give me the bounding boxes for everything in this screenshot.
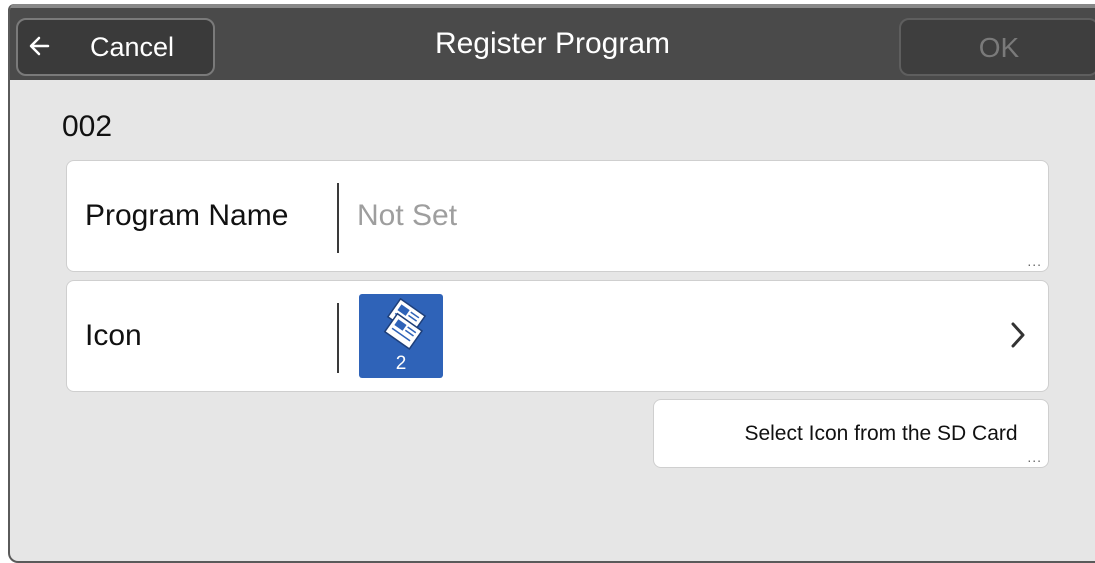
more-icon: ... <box>1027 449 1042 465</box>
chevron-right-icon <box>1011 322 1025 348</box>
program-number: 002 <box>62 110 113 143</box>
icon-field[interactable]: Icon 2 <box>66 280 1049 392</box>
program-icon-preview: 2 <box>359 294 443 378</box>
register-program-screen: Cancel Register Program OK 002 Program N… <box>8 4 1095 563</box>
copy-icon <box>383 298 427 350</box>
header-bar: Cancel Register Program OK <box>10 4 1095 80</box>
sd-card-label: Select Icon from the SD Card <box>744 422 1018 445</box>
more-icon: ... <box>1027 253 1042 269</box>
program-name-label: Program Name <box>85 199 289 232</box>
field-divider <box>337 303 339 373</box>
field-divider <box>337 183 339 253</box>
icon-label: Icon <box>85 319 142 352</box>
ok-label: OK <box>978 32 1020 63</box>
program-name-value: Not Set <box>357 199 458 232</box>
program-name-field[interactable]: Program Name Not Set ... <box>66 160 1049 272</box>
ok-button[interactable]: OK <box>899 18 1095 76</box>
icon-number: 2 <box>395 353 407 374</box>
select-icon-sd-card-button[interactable]: Select Icon from the SD Card ... <box>653 399 1049 468</box>
